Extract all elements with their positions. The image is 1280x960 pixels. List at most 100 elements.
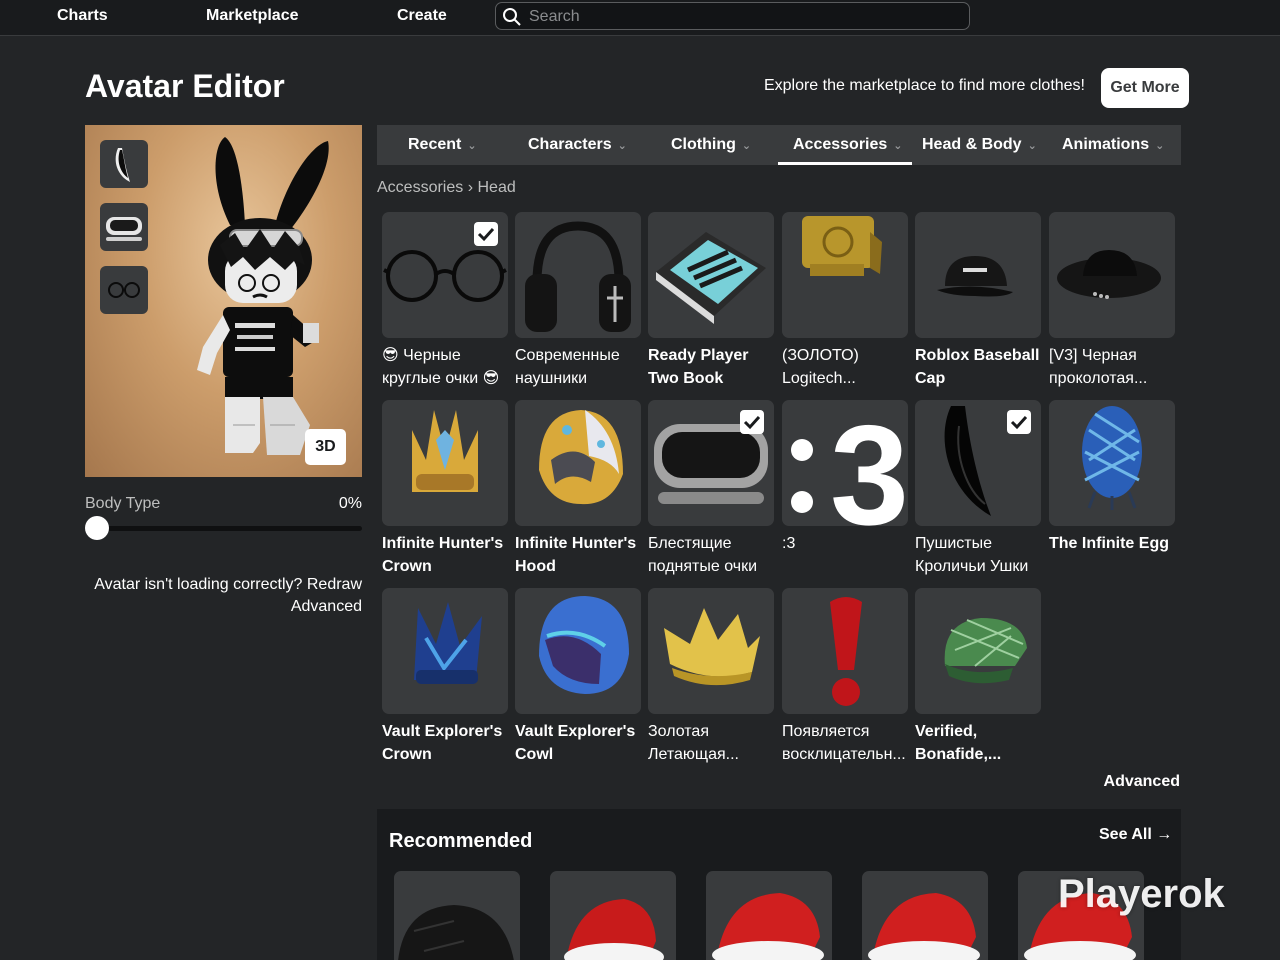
breadcrumb-parent[interactable]: Accessories: [377, 179, 463, 196]
item-name[interactable]: The Infinite Egg: [1049, 532, 1179, 555]
item-tile[interactable]: [515, 400, 641, 526]
item-name[interactable]: :3: [782, 532, 912, 555]
item-tile[interactable]: [382, 400, 508, 526]
tab-head-body[interactable]: Head & Body ⌄: [922, 125, 1037, 165]
goggles-icon: [106, 217, 142, 241]
recommended-title: Recommended: [389, 830, 533, 852]
black-cap-icon: [398, 905, 514, 960]
selected-check-icon: [474, 222, 498, 246]
infinite-egg-icon: [1082, 406, 1142, 510]
item-tile[interactable]: [515, 212, 641, 338]
chevron-down-icon: ⌄: [467, 140, 477, 152]
equipped-slot-round-glasses[interactable]: [100, 266, 148, 314]
toggle-3d-button[interactable]: 3D: [305, 429, 346, 465]
cat-face-text-icon: 3: [791, 400, 908, 526]
exclamation-icon: [830, 597, 862, 706]
equipped-slot-bunny-ears[interactable]: [100, 140, 148, 188]
item-tile[interactable]: 3: [782, 400, 908, 526]
recommended-item[interactable]: [862, 871, 988, 960]
see-all-link[interactable]: See All →: [1099, 826, 1172, 844]
item-name[interactable]: [V3] Черная проколотая...: [1049, 344, 1179, 390]
body-type-slider-thumb[interactable]: [85, 516, 109, 540]
item-tile[interactable]: [648, 588, 774, 714]
search-input[interactable]: [529, 6, 949, 28]
tab-characters[interactable]: Characters ⌄: [528, 125, 627, 165]
selected-check-icon: [740, 410, 764, 434]
avatar-preview[interactable]: [85, 125, 362, 477]
item-name[interactable]: Vault Explorer's Crown: [382, 720, 512, 766]
hunter-crown-icon: [412, 410, 478, 492]
chevron-down-icon: ⌄: [1027, 140, 1037, 152]
item-tile[interactable]: [915, 400, 1041, 526]
active-tab-indicator: [778, 162, 912, 165]
body-type-value: 0%: [338, 495, 362, 512]
item-tile[interactable]: [382, 212, 508, 338]
nav-create[interactable]: Create: [397, 7, 447, 25]
equipped-slot-goggles[interactable]: [100, 203, 148, 251]
item-tile[interactable]: [782, 588, 908, 714]
item-name[interactable]: Infinite Hunter's Hood: [515, 532, 645, 578]
baseball-cap-icon: [937, 256, 1013, 297]
santa-hat-icon: [868, 893, 980, 960]
item-name[interactable]: Ready Player Two Book: [648, 344, 778, 390]
gold-crown-icon: [664, 608, 760, 686]
recommended-item[interactable]: [394, 871, 520, 960]
breadcrumb-separator: ›: [467, 179, 474, 196]
advanced-avatar-link[interactable]: Advanced: [291, 598, 362, 615]
chevron-down-icon: ⌄: [893, 140, 903, 152]
breadcrumb-current: Head: [477, 179, 516, 196]
recommended-item[interactable]: [706, 871, 832, 960]
svg-text:3: 3: [830, 400, 908, 526]
black-hat-icon: [1057, 250, 1161, 299]
arrow-right-icon: →: [1156, 826, 1173, 843]
recommended-item[interactable]: [550, 871, 676, 960]
item-tile[interactable]: [915, 212, 1041, 338]
vault-crown-icon: [414, 602, 482, 684]
item-name[interactable]: 😎 Черные круглые очки 😎: [382, 344, 512, 390]
chevron-down-icon: ⌄: [617, 140, 627, 152]
item-tile[interactable]: [648, 212, 774, 338]
body-type-slider-track[interactable]: [85, 526, 362, 531]
tab-animations[interactable]: Animations ⌄: [1062, 125, 1164, 165]
advanced-link[interactable]: Advanced: [1080, 773, 1180, 791]
item-name[interactable]: Пушистые Кроличьи Ушки: [915, 532, 1045, 578]
breadcrumb: Accessories › Head: [377, 179, 516, 197]
nav-charts[interactable]: Charts: [57, 7, 108, 25]
tab-recent[interactable]: Recent ⌄: [408, 125, 477, 165]
chevron-down-icon: ⌄: [1155, 140, 1165, 152]
bunny-ears-icon: [115, 148, 130, 182]
item-name[interactable]: Roblox Baseball Cap: [915, 344, 1045, 390]
get-more-button[interactable]: Get More: [1101, 68, 1189, 108]
avatar-loading-help: Avatar isn't loading correctly? Redraw A…: [85, 574, 362, 618]
item-name[interactable]: Появляется восклицательн...: [782, 720, 912, 766]
nav-marketplace[interactable]: Marketplace: [206, 7, 299, 25]
page-title: Avatar Editor: [85, 68, 285, 104]
item-name[interactable]: (ЗОЛОТО) Logitech...: [782, 344, 912, 390]
item-tile[interactable]: [915, 588, 1041, 714]
top-nav-bar: Charts Marketplace Create: [0, 0, 1280, 36]
item-name[interactable]: Золотая Летающая...: [648, 720, 778, 766]
item-tile[interactable]: [382, 588, 508, 714]
item-tile[interactable]: [782, 212, 908, 338]
search-box[interactable]: [495, 2, 970, 30]
hunter-hood-icon: [539, 410, 623, 505]
watermark: Playerok: [1058, 872, 1225, 916]
green-cap-icon: [944, 618, 1027, 684]
item-name[interactable]: Verified, Bonafide,...: [915, 720, 1045, 766]
selected-check-icon: [1007, 410, 1031, 434]
gold-headset-icon: [802, 216, 882, 276]
tab-accessories[interactable]: Accessories ⌄: [793, 125, 903, 165]
item-name[interactable]: Современные наушники: [515, 344, 645, 390]
explore-text: Explore the marketplace to find more clo…: [763, 77, 1085, 94]
santa-hat-icon: [564, 899, 664, 960]
item-tile[interactable]: [1049, 212, 1175, 338]
chevron-down-icon: ⌄: [741, 140, 752, 152]
item-tile[interactable]: [648, 400, 774, 526]
item-name[interactable]: Vault Explorer's Cowl: [515, 720, 645, 766]
item-tile[interactable]: [515, 588, 641, 714]
santa-hat-icon: [712, 893, 824, 960]
item-name[interactable]: Infinite Hunter's Crown: [382, 532, 512, 578]
tab-clothing[interactable]: Clothing ⌄: [671, 125, 751, 165]
item-tile[interactable]: [1049, 400, 1175, 526]
item-name[interactable]: Блестящие поднятые очки: [648, 532, 778, 578]
